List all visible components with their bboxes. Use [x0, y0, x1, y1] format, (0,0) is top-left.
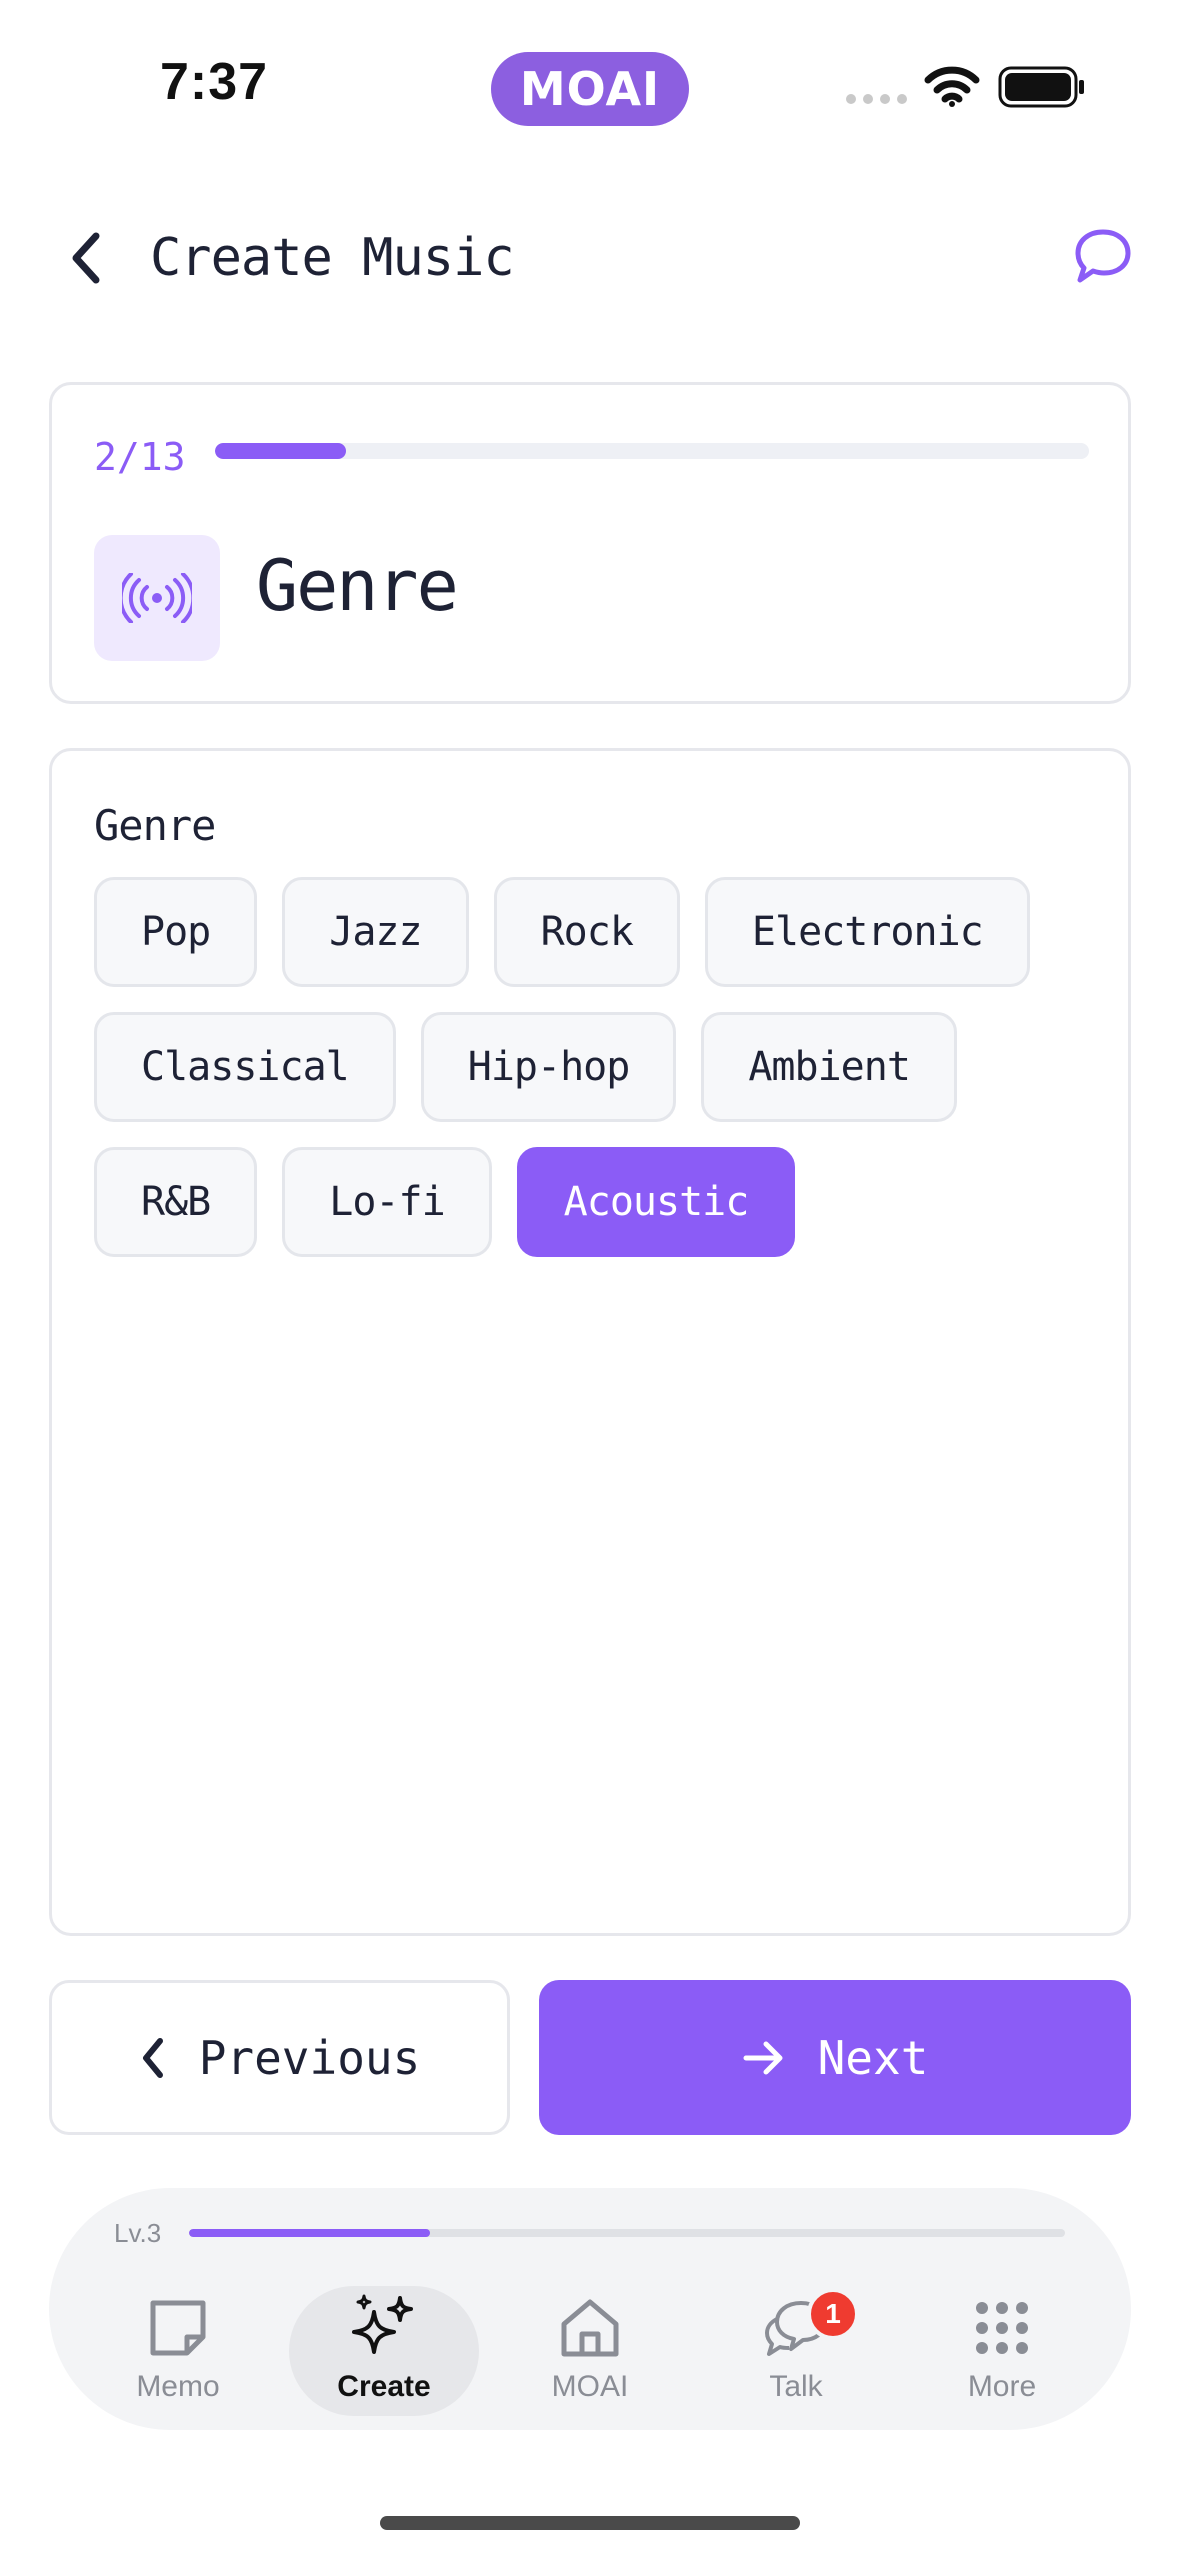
tab-label: More [967, 2370, 1037, 2403]
genre-chip-acoustic[interactable]: Acoustic [516, 1147, 796, 1257]
genre-chip-pop[interactable]: Pop [94, 877, 258, 987]
tab-create[interactable]: Create [289, 2286, 479, 2416]
previous-button[interactable]: Previous [49, 1980, 510, 2135]
level-progress-bar [189, 2229, 1065, 2237]
genre-chip-electronic[interactable]: Electronic [704, 877, 1030, 987]
home-icon [558, 2292, 622, 2364]
tab-talk[interactable]: Talk 1 [701, 2286, 891, 2416]
bottom-tab-bar: Lv.3 Memo Create MOAI Talk 1 More [49, 2188, 1131, 2430]
back-button[interactable] [56, 228, 116, 288]
genre-chip-rock[interactable]: Rock [493, 877, 680, 987]
status-bar: 7:37 MOAI [0, 0, 1179, 150]
wifi-icon [924, 66, 980, 112]
chevron-left-icon [72, 232, 100, 284]
header: Create Music [0, 200, 1179, 320]
cellular-signal-icon [846, 94, 907, 104]
broadcast-icon [94, 535, 220, 661]
grid-icon [974, 2292, 1030, 2364]
next-button[interactable]: Next [539, 1980, 1131, 2135]
step-progress-bar [215, 443, 1089, 459]
genre-label: Genre [94, 801, 216, 850]
step-progress-fill [215, 443, 347, 459]
status-time: 7:37 [160, 53, 269, 111]
home-indicator [380, 2516, 800, 2530]
tab-moai[interactable]: MOAI [495, 2286, 685, 2416]
sparkle-icon [346, 2292, 422, 2364]
genre-chip-jazz[interactable]: Jazz [282, 877, 469, 987]
tab-memo[interactable]: Memo [83, 2286, 273, 2416]
page-title: Create Music [150, 228, 515, 288]
chat-button[interactable] [1068, 222, 1138, 292]
arrow-right-icon [743, 2041, 783, 2074]
step-counter: 2/13 [94, 435, 186, 479]
step-title: Genre [256, 545, 459, 627]
battery-icon [998, 66, 1086, 112]
chat-icon [1075, 229, 1131, 283]
chevron-left-icon [142, 2037, 163, 2078]
memo-icon [147, 2292, 209, 2364]
tab-more[interactable]: More [907, 2286, 1097, 2416]
chip-row: R&B Lo-fi Acoustic [94, 1147, 1094, 1257]
previous-label: Previous [198, 2030, 421, 2085]
genre-card: Genre Pop Jazz Rock Electronic Classical… [49, 748, 1131, 1936]
tab-label: Create [337, 2370, 431, 2403]
tab-label: Talk [769, 2370, 823, 2403]
level-label: Lv.3 [114, 2218, 162, 2248]
genre-options: Pop Jazz Rock Electronic Classical Hip-h… [94, 877, 1094, 1282]
chip-row: Pop Jazz Rock Electronic [94, 877, 1094, 987]
genre-chip-lofi[interactable]: Lo-fi [282, 1147, 492, 1257]
next-label: Next [817, 2030, 929, 2085]
notification-badge: 1 [807, 2288, 859, 2340]
level-progress-fill [189, 2229, 430, 2237]
step-card: 2/13 Genre [49, 382, 1131, 704]
genre-chip-classical[interactable]: Classical [94, 1012, 396, 1122]
genre-chip-hip-hop[interactable]: Hip-hop [420, 1012, 677, 1122]
genre-chip-rnb[interactable]: R&B [94, 1147, 258, 1257]
tab-label: MOAI [551, 2370, 629, 2403]
chip-row: Classical Hip-hop Ambient [94, 1012, 1094, 1122]
genre-chip-ambient[interactable]: Ambient [701, 1012, 957, 1122]
app-pill: MOAI [491, 52, 689, 126]
tab-label: Memo [136, 2370, 220, 2403]
